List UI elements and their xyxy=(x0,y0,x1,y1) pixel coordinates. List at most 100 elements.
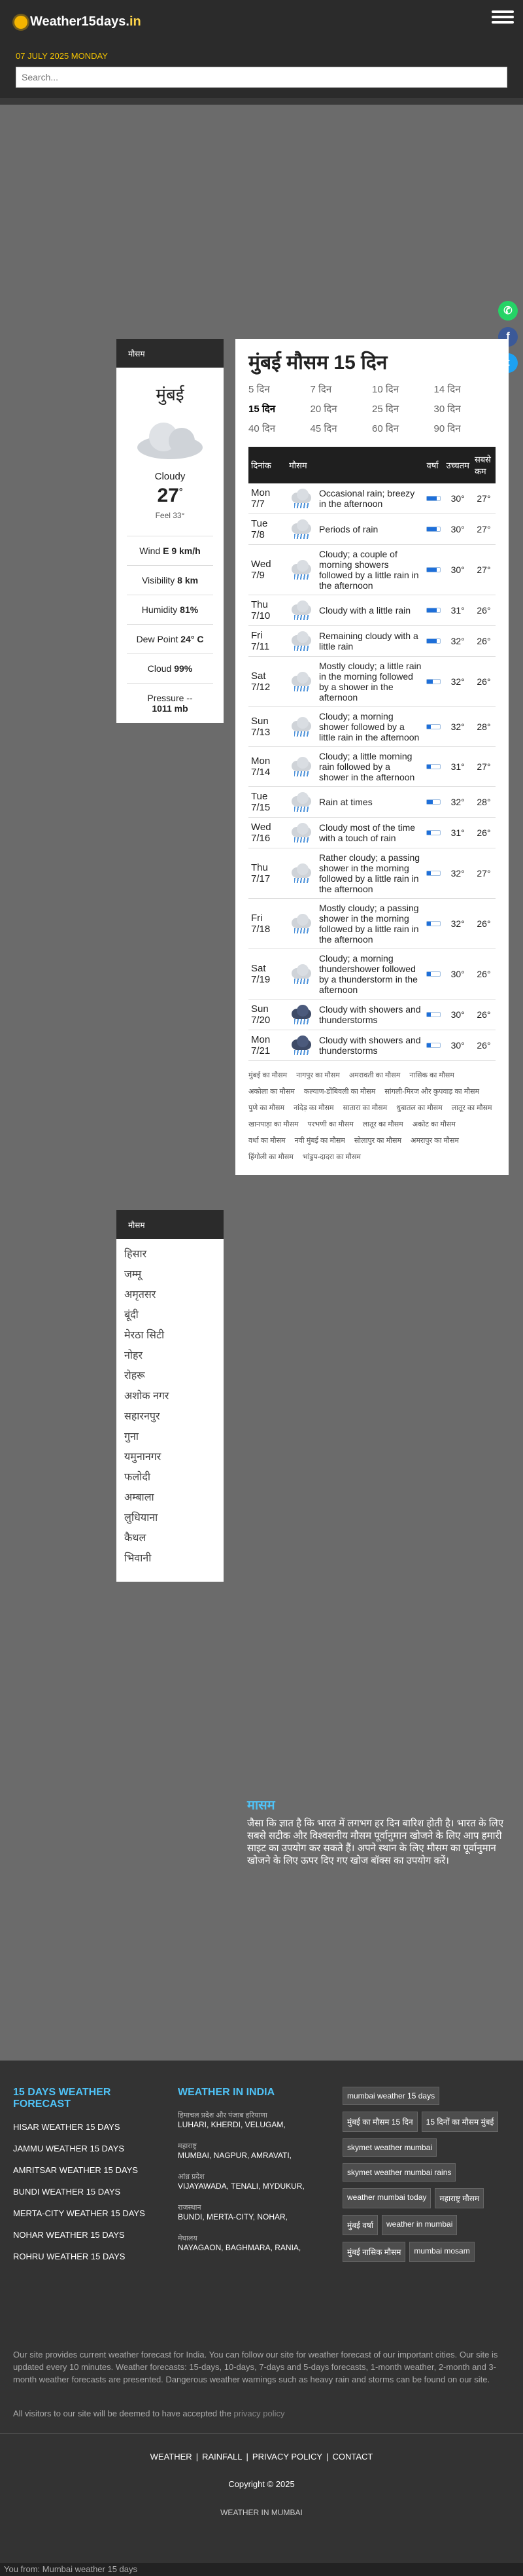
footer-tag[interactable]: mumbai weather 15 days xyxy=(343,2087,440,2105)
rain-cloud-icon xyxy=(289,600,315,620)
footer-tag[interactable]: मुंबई का मौसम 15 दिन xyxy=(343,2112,418,2132)
city-weather-link[interactable]: अकोला का मौसम xyxy=(248,1087,295,1096)
day-name: Mon xyxy=(251,1034,271,1045)
page-title: मुंबई मौसम 15 दिन xyxy=(248,352,388,374)
city-link[interactable]: अमृतसर xyxy=(124,1285,216,1305)
footer-nav-link[interactable]: PRIVACY POLICY xyxy=(252,2452,322,2462)
city-weather-link[interactable]: पुणे का मौसम xyxy=(248,1103,284,1113)
city-weather-link[interactable]: परभणी का मौसम xyxy=(308,1119,354,1129)
footer-forecast-link[interactable]: BUNDI WEATHER 15 DAYS xyxy=(13,2187,170,2197)
footer-notice: All visitors to our site will be deemed … xyxy=(13,2409,285,2418)
day-option[interactable]: 30 दिन xyxy=(434,402,496,415)
city-weather-link[interactable]: खानपाड़ा का मौसम xyxy=(248,1119,299,1129)
search-input[interactable] xyxy=(16,67,507,88)
weather-desc: Remaining cloudy with a little rain xyxy=(319,631,418,652)
nav-separator: | xyxy=(326,2452,329,2462)
city-weather-link[interactable]: अमरावती का मौसम xyxy=(349,1070,400,1080)
footer-tag[interactable]: मुंबई वर्षा xyxy=(343,2215,378,2235)
city-weather-link[interactable]: अमरापुर का मौसम xyxy=(411,1136,459,1145)
city-link[interactable]: अशोक नगर xyxy=(124,1386,216,1406)
footer-nav-link[interactable]: RAINFALL xyxy=(202,2452,242,2462)
city-weather-link[interactable]: वर्धा का मौसम xyxy=(248,1136,286,1145)
footer-tag[interactable]: 15 दिनों का मौसम मुंबई xyxy=(421,2112,499,2132)
day-option[interactable]: 7 दिन xyxy=(311,383,373,396)
city-weather-link[interactable]: कल्याण-डोंबिवली का मौसम xyxy=(304,1087,375,1096)
city-link[interactable]: फलोदी xyxy=(124,1467,216,1488)
day-option[interactable]: 40 दिन xyxy=(248,422,311,435)
city-weather-link[interactable]: लातूर का मौसम xyxy=(363,1119,403,1129)
region-cities[interactable]: BUNDI, MERTA-CITY, NOHAR, xyxy=(178,2212,328,2221)
city-link[interactable]: गुना xyxy=(124,1427,216,1447)
footer-forecast-link[interactable]: HISAR WEATHER 15 DAYS xyxy=(13,2122,170,2132)
city-weather-link[interactable]: लातूर का मौसम xyxy=(452,1103,492,1113)
site-logo[interactable]: Weather 15 days. in xyxy=(14,14,141,29)
day-option[interactable]: 90 दिन xyxy=(434,422,496,435)
city-link[interactable]: हिसार xyxy=(124,1244,216,1264)
forecast-panel: मुंबई मौसम 15 दिन 5 दिन 7 दिन 10 दिन 14 दिन… xyxy=(235,339,509,1175)
low-temp: 26° xyxy=(471,656,496,707)
footer-forecast-link[interactable]: ROHRU WEATHER 15 DAYS xyxy=(13,2252,170,2261)
city-weather-link[interactable]: नासिक का मौसम xyxy=(409,1070,454,1080)
city-weather-link[interactable]: हिंगोली का मौसम xyxy=(248,1152,294,1162)
city-weather-link[interactable]: भांडुप-दादरा का मौसम xyxy=(303,1152,361,1162)
city-weather-link[interactable]: धुबातल का मौसम xyxy=(396,1103,442,1113)
city-weather-link[interactable]: नवी मुंबई का मौसम xyxy=(295,1136,345,1145)
region-cities[interactable]: NAYAGAON, BAGHMARA, RANIA, xyxy=(178,2243,328,2252)
footer-forecast-link[interactable]: MERTA-CITY WEATHER 15 DAYS xyxy=(13,2208,170,2218)
hamburger-menu-icon[interactable] xyxy=(492,8,514,27)
city-link[interactable]: नोहर xyxy=(124,1346,216,1366)
city-link[interactable]: जम्मू xyxy=(124,1264,216,1285)
city-weather-link[interactable]: अकोट का मौसम xyxy=(413,1119,456,1129)
day-option[interactable]: 10 दिन xyxy=(372,383,434,396)
city-weather-link[interactable]: सोलापुर का मौसम xyxy=(354,1136,401,1145)
city-link[interactable]: कैथल xyxy=(124,1528,216,1548)
city-weather-link[interactable]: सातारा का मौसम xyxy=(343,1103,388,1113)
footer-nav-link[interactable]: WEATHER xyxy=(150,2452,192,2462)
city-link[interactable]: भिवानी xyxy=(124,1548,216,1569)
date-cell: Sun 7/20 xyxy=(248,999,286,1030)
footer-tag[interactable]: weather in mumbai xyxy=(381,2215,458,2235)
city-link[interactable]: रोहरू xyxy=(124,1366,216,1386)
city-link[interactable]: अम्बाला xyxy=(124,1488,216,1508)
date-cell: Wed 7/9 xyxy=(248,544,286,595)
footer-tag[interactable]: mumbai mosam xyxy=(409,2242,475,2262)
privacy-policy-link[interactable]: privacy policy xyxy=(233,2409,284,2418)
footer-tag[interactable]: मुंबई नासिक मौसम xyxy=(343,2242,406,2262)
region-cities[interactable]: MUMBAI, NAGPUR, AMRAVATI, xyxy=(178,2151,328,2160)
day-option[interactable]: 20 दिन xyxy=(311,402,373,415)
rain-cloud-icon xyxy=(289,717,315,737)
region-block: आंध्र प्रदेश VIJAYAWADA, TENALI, MYDUKUR, xyxy=(178,2172,328,2191)
footer-tag[interactable]: skymet weather mumbai xyxy=(343,2138,437,2157)
low-temp: 26° xyxy=(471,595,496,626)
day-option[interactable]: 5 दिन xyxy=(248,383,311,396)
day-option[interactable]: 15 दिन xyxy=(248,402,311,415)
city-link[interactable]: यमुनानगर xyxy=(124,1447,216,1467)
day-option[interactable]: 45 दिन xyxy=(311,422,373,435)
weather-cell: Cloudy; a little morning rain followed b… xyxy=(286,746,424,787)
city-link[interactable]: मेरठा सिटी xyxy=(124,1325,216,1346)
footer-forecast-link[interactable]: NOHAR WEATHER 15 DAYS xyxy=(13,2230,170,2240)
city-link[interactable]: लुधियाना xyxy=(124,1508,216,1528)
city-weather-link[interactable]: सांगली-मिरज और कुपवाड़ का मौसम xyxy=(384,1087,479,1096)
footer-tag[interactable]: skymet weather mumbai rains xyxy=(343,2163,456,2182)
weather-in-mumbai-link[interactable]: WEATHER IN MUMBAI xyxy=(0,2508,523,2517)
footer-forecast-link[interactable]: AMRITSAR WEATHER 15 DAYS xyxy=(13,2165,170,2175)
footer-tag[interactable]: महाराष्ट्र मौसम xyxy=(435,2188,484,2208)
footer-nav-link[interactable]: CONTACT xyxy=(332,2452,373,2462)
whatsapp-share-icon[interactable]: ✆ xyxy=(498,301,518,321)
city-weather-link[interactable]: मुंबई का मौसम xyxy=(248,1070,287,1080)
day-option[interactable]: 25 दिन xyxy=(372,402,434,415)
region-cities[interactable]: VIJAYAWADA, TENALI, MYDUKUR, xyxy=(178,2182,328,2191)
day-option[interactable]: 60 दिन xyxy=(372,422,434,435)
city-weather-link[interactable]: नांदेड़ का मौसम xyxy=(294,1103,334,1113)
city-links: मुंबई का मौसम नागपुर का मौसम अमरावती का मौ… xyxy=(248,1070,496,1162)
city-link[interactable]: बूंदी xyxy=(124,1305,216,1325)
city-weather-link[interactable]: नागपुर का मौसम xyxy=(296,1070,340,1080)
footer-forecast-link[interactable]: JAMMU WEATHER 15 DAYS xyxy=(13,2144,170,2153)
cities-panel: मौसम हिसार जम्मू अमृतसर बूंदी मेरठा सिटी नोहर… xyxy=(116,1210,224,1582)
city-link[interactable]: सहारनपुर xyxy=(124,1406,216,1427)
region-cities[interactable]: LUHARI, KHERDI, VELUGAM, xyxy=(178,2120,328,2129)
footer-tag[interactable]: weather mumbai today xyxy=(343,2188,431,2208)
rain-cell xyxy=(424,746,444,787)
day-option[interactable]: 14 दिन xyxy=(434,383,496,396)
